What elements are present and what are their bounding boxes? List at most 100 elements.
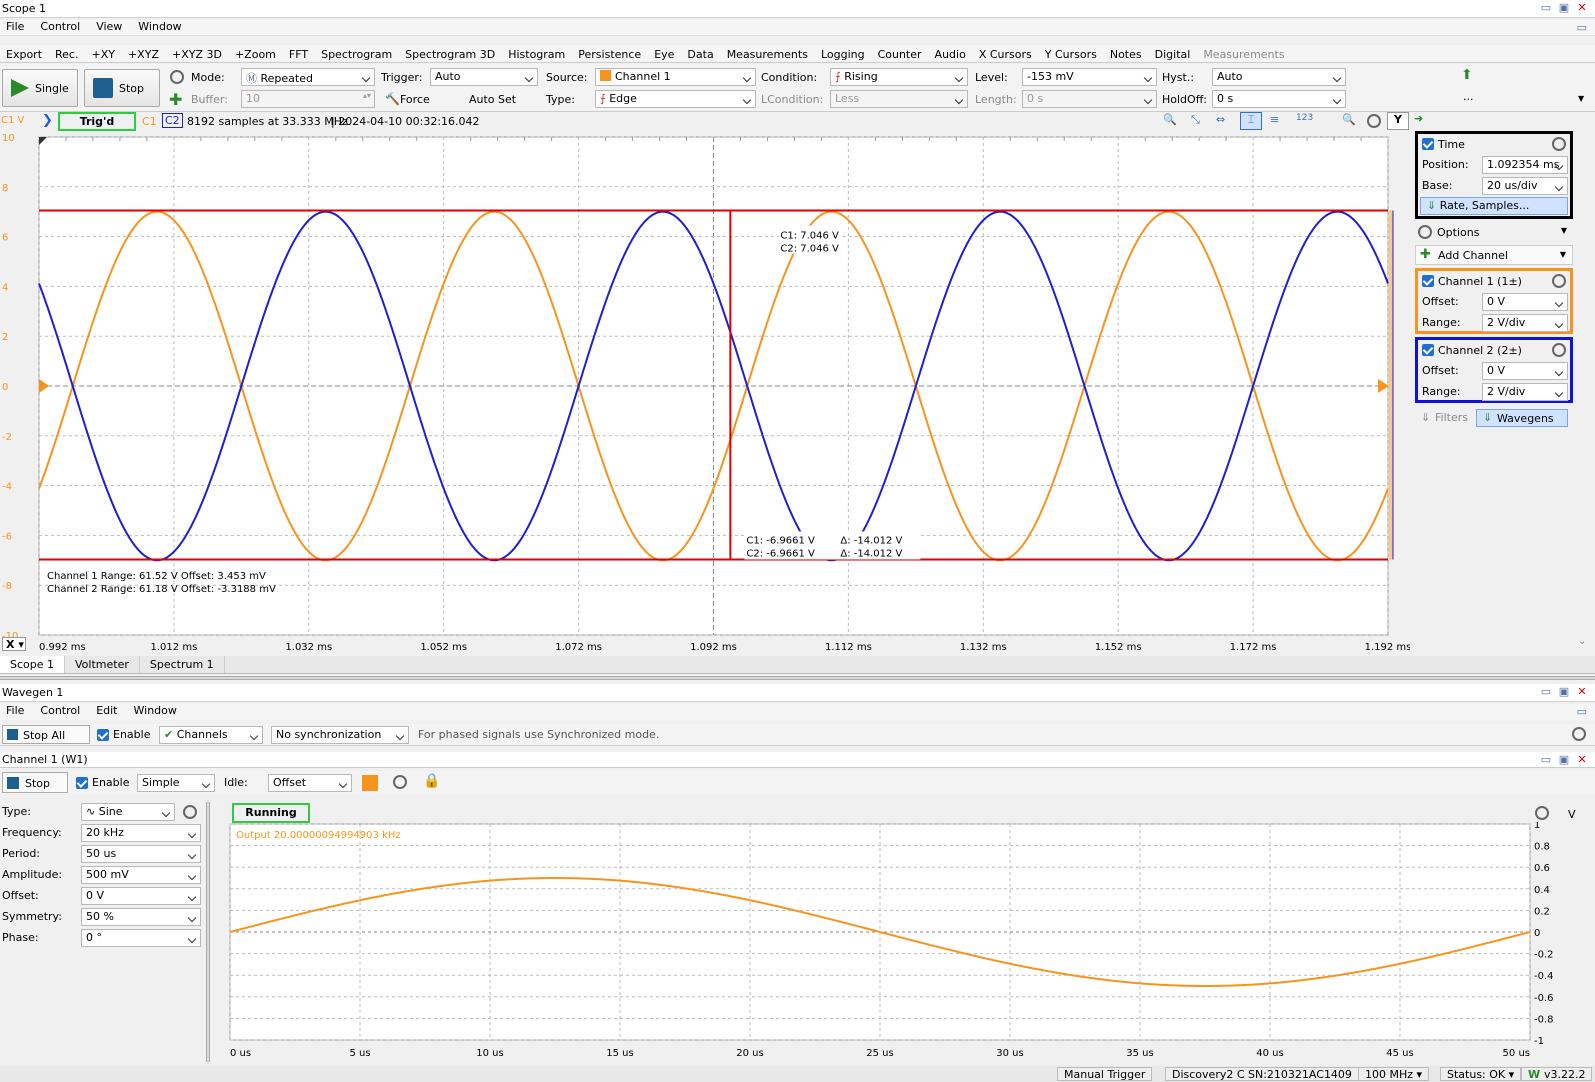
add-channel-button[interactable]: ✚ Add Channel ▼ [1415, 245, 1573, 265]
menu-item-file[interactable]: File [6, 20, 24, 33]
holdoff-select[interactable]: 0 s [1212, 90, 1346, 108]
fit-icon[interactable]: ⇔ [1216, 113, 1225, 126]
tab-spectrum-1[interactable]: Spectrum 1 [140, 656, 225, 673]
plus-icon[interactable]: ✚ [169, 90, 182, 109]
force-button[interactable]: Force [400, 93, 430, 106]
toolmenu-counter[interactable]: Counter [878, 48, 922, 61]
stop-all-button[interactable]: Stop All [2, 725, 90, 744]
clock-button[interactable]: 100 MHz ▾ [1358, 1067, 1430, 1081]
sync-select[interactable]: No synchronization [271, 726, 409, 744]
toolmenu--xyz[interactable]: +XYZ [128, 48, 159, 61]
toolmenu--zoom[interactable]: +Zoom [235, 48, 276, 61]
c2-tag[interactable]: C2 [162, 113, 183, 128]
maximize-icon[interactable]: ▣ [1557, 1, 1571, 15]
channel-stop-button[interactable]: Stop [2, 772, 68, 793]
arrow-up-icon[interactable]: ⬆ [1461, 67, 1473, 83]
gear-icon[interactable] [183, 805, 197, 819]
measure-icon[interactable]: ⌶ [1240, 112, 1262, 130]
level-select[interactable]: -153 mV [1022, 68, 1157, 86]
buffer-input[interactable]: 10 ▴▾ [241, 90, 375, 108]
source-select[interactable]: Channel 1 [595, 68, 756, 86]
cursor-icon[interactable]: ⤡ [1191, 113, 1200, 127]
enable-checkbox[interactable] [76, 777, 88, 789]
param-select[interactable]: 50 % [81, 908, 201, 926]
mode-select[interactable]: Ⓜ Repeated [241, 68, 375, 86]
type-select[interactable]: ⨍ Edge [595, 90, 756, 108]
y-axis-button[interactable]: Y [1387, 112, 1409, 130]
menu-item-edit[interactable]: Edit [96, 704, 117, 717]
gear-icon[interactable] [393, 775, 407, 789]
status-button[interactable]: Status: OK ▾ [1440, 1067, 1522, 1081]
ch2-range-select[interactable]: 2 V/div [1482, 383, 1568, 401]
version-button[interactable]: W v3.22.2 [1521, 1067, 1593, 1081]
idle-select[interactable]: Offset [268, 774, 352, 792]
toolmenu-audio[interactable]: Audio [935, 48, 966, 61]
param-select[interactable]: 50 us [81, 845, 201, 863]
toolmenu-persistence[interactable]: Persistence [578, 48, 641, 61]
stop-button[interactable]: Stop [84, 69, 160, 107]
mode-select[interactable]: Simple [137, 774, 215, 792]
minimize-icon[interactable]: ▭ [1539, 753, 1553, 767]
menu-item-window[interactable]: Window [134, 704, 177, 717]
menu-item-control[interactable]: Control [40, 20, 80, 33]
toolmenu--xyz-3d[interactable]: +XYZ 3D [172, 48, 222, 61]
lock-icon[interactable]: 🔒 [423, 773, 440, 789]
restore-icon[interactable]: ▭ [1577, 21, 1587, 34]
toolmenu-spectrogram-3d[interactable]: Spectrogram 3D [405, 48, 495, 61]
close-icon[interactable]: ✕ [1575, 1, 1589, 15]
filters-button[interactable]: ⇓ Filters [1415, 409, 1475, 427]
channel1-checkbox[interactable] [1422, 275, 1434, 287]
zoom-icon[interactable]: 🔍 [1163, 113, 1177, 126]
autoset-button[interactable]: Auto Set [469, 93, 516, 106]
toolmenu-notes[interactable]: Notes [1110, 48, 1142, 61]
base-select[interactable]: 20 us/div [1482, 177, 1568, 195]
zoom-out-icon[interactable]: 🔍 [1342, 113, 1356, 126]
scope-plot[interactable]: 0.992 ms 1.012 ms 1.032 ms 1.052 ms 1.072 ms… [0, 131, 1410, 650]
rate-samples-button[interactable]: ⇓ Rate, Samples... [1420, 197, 1568, 215]
close-icon[interactable]: ✕ [1575, 685, 1589, 699]
param-select[interactable]: 0 V [81, 887, 201, 905]
param-select[interactable]: ∿ Sine [81, 803, 175, 821]
wavegens-button[interactable]: ⇓ Wavegens [1476, 409, 1568, 427]
toolmenu-export[interactable]: Export [6, 48, 42, 61]
splitter[interactable] [0, 676, 1595, 680]
channels-select[interactable]: ✔ Channels [159, 726, 263, 744]
lcondition-select[interactable]: Less [830, 90, 968, 108]
param-select[interactable]: 500 mV [81, 866, 201, 884]
length-select[interactable]: 0 s [1022, 90, 1157, 108]
channel2-checkbox[interactable] [1422, 344, 1434, 356]
x-axis-button[interactable]: X ▾ [2, 637, 26, 651]
gear-icon[interactable] [1552, 137, 1566, 151]
gear-icon[interactable] [1535, 806, 1549, 820]
color-swatch[interactable] [362, 775, 378, 791]
hyst-select[interactable]: Auto [1212, 68, 1346, 86]
toolmenu-digital[interactable]: Digital [1155, 48, 1191, 61]
toolmenu-spectrogram[interactable]: Spectrogram [321, 48, 392, 61]
param-select[interactable]: 0 ° [81, 929, 201, 947]
maximize-icon[interactable]: ▣ [1557, 685, 1571, 699]
toolmenu-measurements[interactable]: Measurements [727, 48, 808, 61]
chevron-right-icon[interactable]: ❯ [42, 113, 53, 128]
manual-trigger-button[interactable]: Manual Trigger [1057, 1067, 1153, 1081]
ch1-offset-select[interactable]: 0 V [1482, 293, 1568, 311]
c1-tag[interactable]: C1 [142, 115, 157, 128]
maximize-icon[interactable]: ▣ [1557, 753, 1571, 767]
toolmenu-x-cursors[interactable]: X Cursors [979, 48, 1032, 61]
minimize-icon[interactable]: ▭ [1539, 1, 1553, 15]
toolmenu-data[interactable]: Data [687, 48, 713, 61]
time-checkbox[interactable] [1422, 138, 1434, 150]
numbering-icon[interactable]: 123 [1296, 113, 1313, 123]
enable-checkbox[interactable] [97, 729, 109, 741]
grid-icon[interactable]: ≡ [1270, 113, 1279, 126]
ch2-offset-select[interactable]: 0 V [1482, 362, 1568, 380]
restore-icon[interactable]: ▭ [1577, 705, 1587, 718]
menu-item-window[interactable]: Window [138, 20, 181, 33]
gear-icon[interactable] [1367, 114, 1381, 128]
menu-item-view[interactable]: View [96, 20, 122, 33]
minimize-icon[interactable]: ▭ [1539, 685, 1553, 699]
close-icon[interactable]: ✕ [1575, 753, 1589, 767]
trigger-select[interactable]: Auto [430, 68, 538, 86]
toolmenu-logging[interactable]: Logging [821, 48, 865, 61]
gear-icon[interactable] [1552, 343, 1566, 357]
gear-icon[interactable] [1552, 274, 1566, 288]
